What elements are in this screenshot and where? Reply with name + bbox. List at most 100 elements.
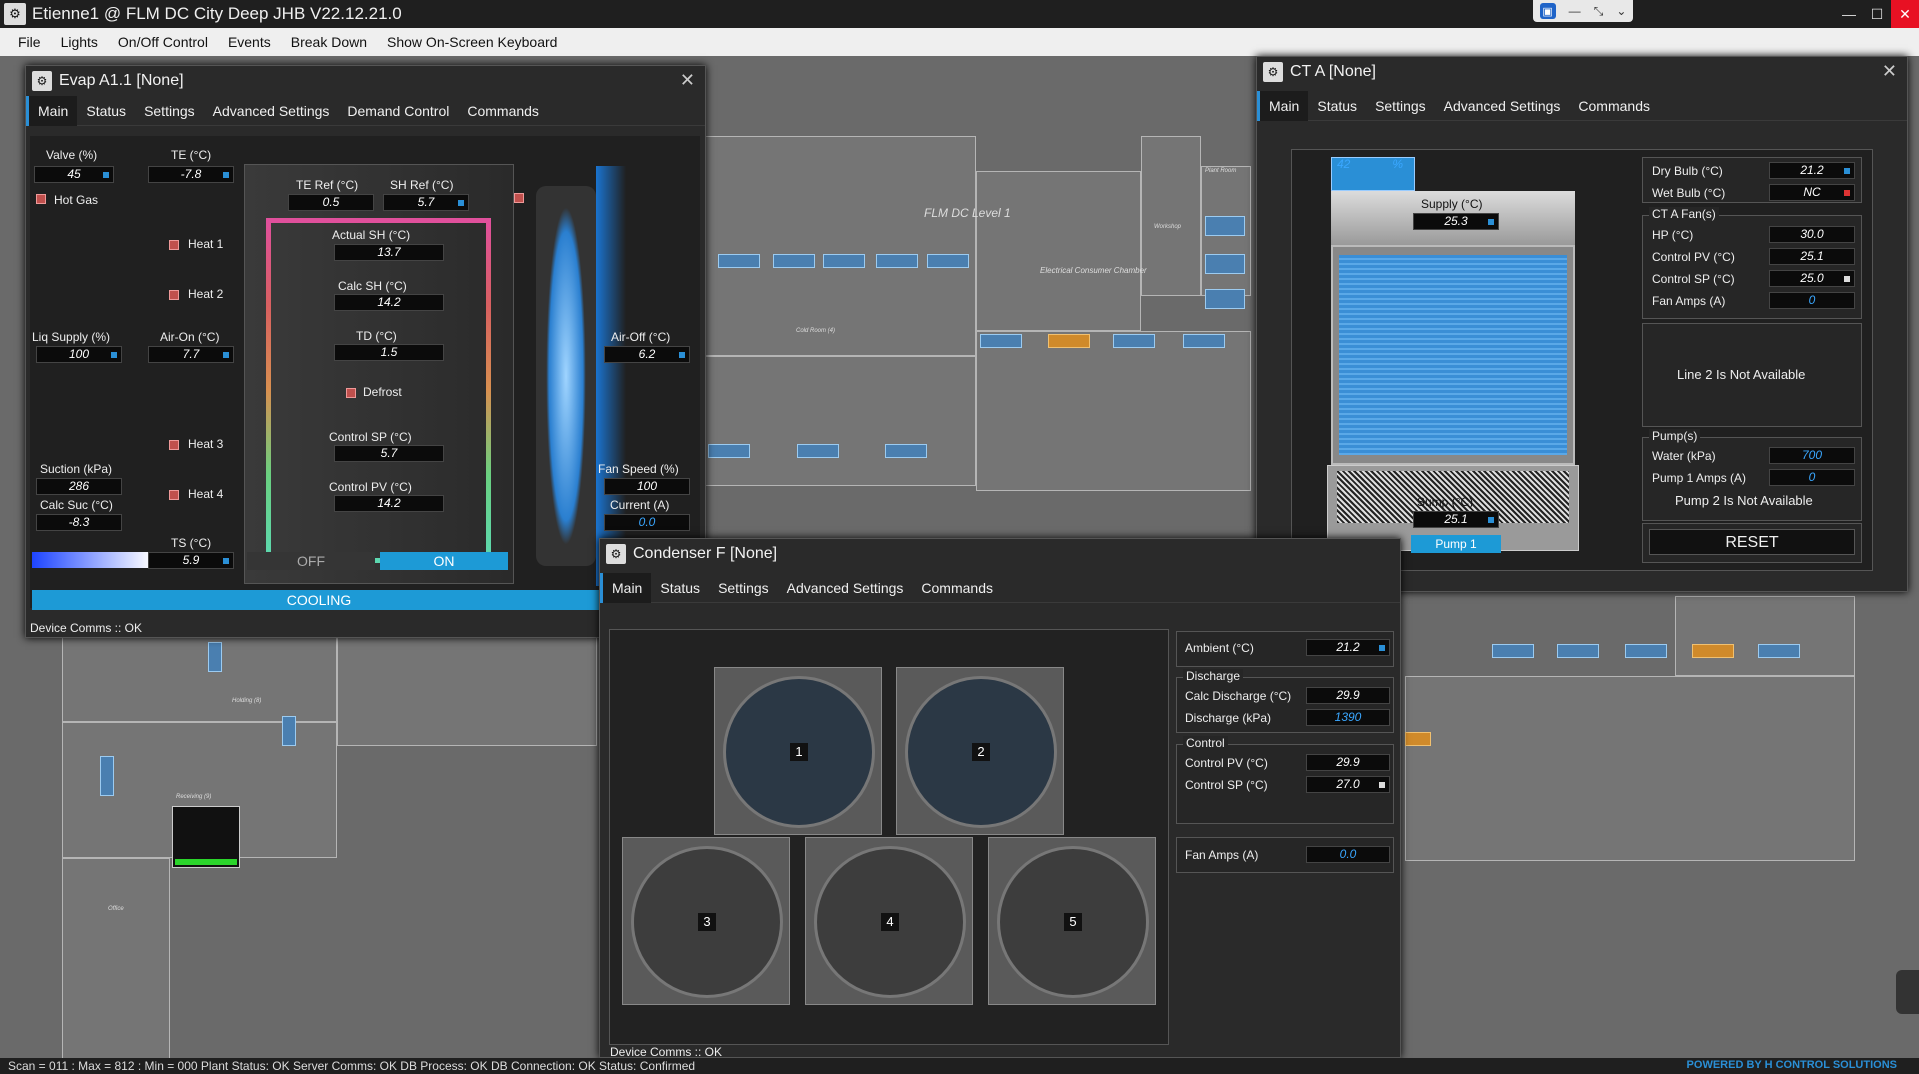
evap-unit[interactable] — [927, 254, 969, 268]
sump-number: 25.1 — [1444, 512, 1468, 526]
evap-close-icon[interactable]: ✕ — [680, 70, 695, 91]
evap-comms-status: Device Comms :: OK — [30, 621, 143, 635]
tab-main[interactable]: Main — [600, 572, 652, 603]
evap-unit[interactable] — [100, 756, 114, 796]
tab-status[interactable]: Status — [77, 96, 135, 126]
rack-unit[interactable] — [1205, 289, 1245, 309]
powered-by: POWERED BY H CONTROL SOLUTIONS — [1686, 1059, 1897, 1071]
tab-advanced[interactable]: Advanced Settings — [204, 96, 339, 126]
menu-keyboard[interactable]: Show On-Screen Keyboard — [377, 34, 567, 50]
cond-amps-value: 0.0 — [1306, 846, 1390, 863]
evap-unit[interactable] — [773, 254, 815, 268]
evap-unit[interactable] — [208, 642, 222, 672]
dry-bulb-number: 21.2 — [1800, 163, 1824, 177]
evap-unit[interactable] — [1492, 644, 1534, 658]
menu-file[interactable]: File — [8, 34, 51, 50]
rack-unit[interactable] — [1205, 254, 1245, 274]
tab-commands[interactable]: Commands — [458, 96, 548, 126]
energy-widget[interactable] — [172, 806, 240, 868]
evap-unit[interactable] — [797, 444, 839, 458]
condenser-fan-1[interactable]: 1 — [714, 667, 882, 835]
room-right-top — [1675, 596, 1855, 676]
minimize-small-icon[interactable]: — — [1569, 4, 1581, 18]
menu-bar: File Lights On/Off Control Events Break … — [0, 28, 1919, 56]
evap-unit[interactable] — [980, 334, 1022, 348]
te-value: -7.8 — [148, 166, 234, 183]
dry-bulb-label: Dry Bulb (°C) — [1652, 164, 1723, 178]
rack-unit[interactable] — [1205, 216, 1245, 236]
evap-unit[interactable] — [1557, 644, 1599, 658]
tab-commands[interactable]: Commands — [1569, 91, 1659, 121]
on-button[interactable]: ON — [380, 552, 508, 570]
tab-main[interactable]: Main — [1257, 90, 1309, 121]
tab-advanced[interactable]: Advanced Settings — [778, 573, 913, 603]
condenser-fan-4[interactable]: 4 — [805, 837, 973, 1005]
screen-icon[interactable]: ▣ — [1539, 3, 1556, 19]
td-label: TD (°C) — [356, 329, 397, 343]
menu-lights[interactable]: Lights — [51, 34, 108, 50]
menu-events[interactable]: Events — [218, 34, 281, 50]
ct-titlebar[interactable]: ⚙ CT A [None] — [1257, 57, 1907, 87]
evap-unit[interactable] — [718, 254, 760, 268]
tab-advanced[interactable]: Advanced Settings — [1435, 91, 1570, 121]
evap-unit[interactable] — [823, 254, 865, 268]
window-icon: ⚙ — [606, 544, 626, 564]
evap-unit-defrost[interactable] — [1405, 732, 1431, 746]
evap-unit[interactable] — [1183, 334, 1225, 348]
evap-titlebar[interactable]: ⚙ Evap A1.1 [None] — [26, 66, 705, 96]
tab-status[interactable]: Status — [651, 573, 709, 603]
defrost-label: Defrost — [363, 385, 402, 399]
evap-unit[interactable] — [282, 716, 296, 746]
tab-settings[interactable]: Settings — [1366, 91, 1435, 121]
coil-indicator — [514, 193, 524, 203]
tab-settings[interactable]: Settings — [135, 96, 204, 126]
defrost-indicator — [346, 388, 356, 398]
condenser-fan-3[interactable]: 3 — [622, 837, 790, 1005]
tab-demand[interactable]: Demand Control — [338, 96, 458, 126]
chevron-down-icon[interactable]: ⌄ — [1616, 4, 1626, 18]
reset-button[interactable]: RESET — [1649, 529, 1855, 555]
wet-bulb-value: NC — [1769, 184, 1855, 201]
condenser-fan-2[interactable]: 2 — [896, 667, 1064, 835]
ct-close-icon[interactable]: ✕ — [1882, 61, 1897, 82]
evap-unit[interactable] — [1758, 644, 1800, 658]
td-value: 1.5 — [334, 344, 444, 361]
evap-unit[interactable] — [885, 444, 927, 458]
pump1-button[interactable]: Pump 1 — [1411, 535, 1501, 553]
room-electrical — [976, 171, 1141, 331]
room-right — [976, 331, 1251, 491]
condenser-titlebar[interactable]: ⚙ Condenser F [None] — [600, 539, 1400, 569]
tab-main[interactable]: Main — [26, 95, 78, 126]
tab-settings[interactable]: Settings — [709, 573, 778, 603]
evap-unit-defrost[interactable] — [1048, 334, 1090, 348]
condenser-fan-5[interactable]: 5 — [988, 837, 1156, 1005]
condenser-tabs: Main Status Settings Advanced Settings C… — [600, 572, 1400, 603]
evap-unit[interactable] — [708, 444, 750, 458]
room-mid — [337, 636, 597, 746]
tab-commands[interactable]: Commands — [912, 573, 1002, 603]
menu-breakdown[interactable]: Break Down — [281, 34, 377, 50]
minimize-button[interactable]: — — [1835, 0, 1863, 28]
maximize-button[interactable]: ☐ — [1863, 0, 1891, 28]
evap-unit-defrost[interactable] — [1692, 644, 1734, 658]
fullscreen-icon[interactable]: ⤡ — [1594, 4, 1604, 19]
remote-toolbar[interactable]: ▣ — ⤡ ⌄ — [1533, 0, 1633, 22]
water-label: Water (kPa) — [1652, 449, 1716, 463]
evap-unit[interactable] — [876, 254, 918, 268]
evap-unit[interactable] — [1113, 334, 1155, 348]
hot-gas-label: Hot Gas — [54, 193, 99, 207]
fan-number: 5 — [1064, 913, 1082, 931]
cond-sp-value: 27.0 — [1306, 776, 1390, 793]
control-pv-label: Control PV (°C) — [329, 480, 412, 494]
evap-unit[interactable] — [1625, 644, 1667, 658]
ambient-number: 21.2 — [1336, 640, 1360, 654]
tab-status[interactable]: Status — [1308, 91, 1366, 121]
menu-onoff[interactable]: On/Off Control — [108, 34, 218, 50]
off-button[interactable]: OFF — [247, 552, 375, 570]
close-button[interactable]: ✕ — [1891, 0, 1919, 28]
control-sp-value: 5.7 — [334, 445, 444, 462]
valve-value: 45 — [34, 166, 114, 183]
ct-sp-value: 25.0 — [1769, 270, 1855, 287]
side-panel-handle[interactable] — [1896, 970, 1919, 1014]
ts-value: 5.9 — [148, 552, 234, 569]
